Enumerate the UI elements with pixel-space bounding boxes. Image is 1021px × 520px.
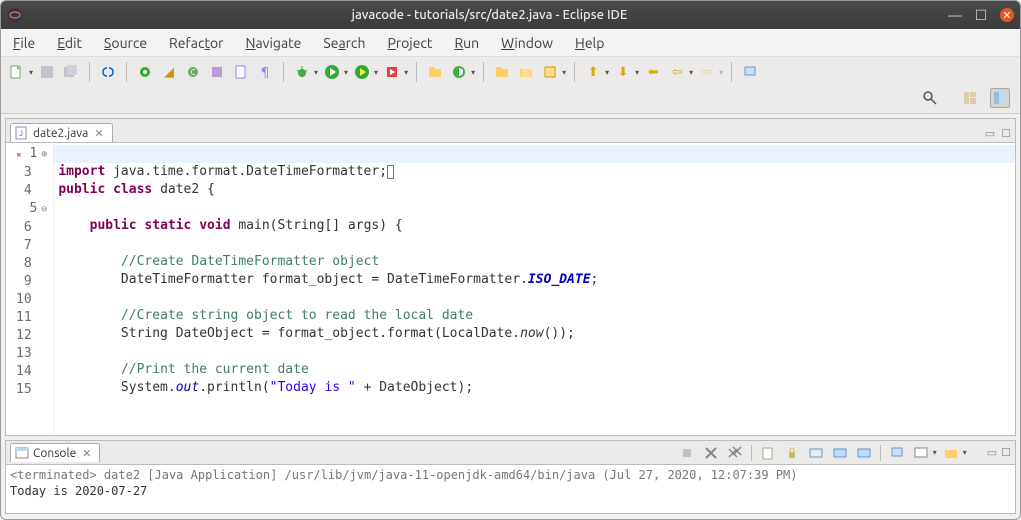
window-close-button[interactable]: ✕: [1000, 8, 1014, 22]
build-button[interactable]: ◢: [159, 62, 179, 82]
source-code-area[interactable]: import java.time.format.DateTimeFormatte…: [54, 143, 1015, 435]
menu-project[interactable]: Project: [381, 33, 438, 53]
window-minimize-button[interactable]: —: [948, 8, 962, 22]
pin-editor-button[interactable]: [740, 62, 760, 82]
menu-window[interactable]: Window: [495, 33, 559, 53]
toggle-para-button[interactable]: ¶: [255, 62, 275, 82]
console-tab-close-icon[interactable]: ✕: [82, 447, 91, 460]
window-title: javacode - tutorials/src/date2.java - Ec…: [31, 8, 948, 22]
console-show-standard-err-icon[interactable]: [854, 443, 874, 463]
debug-dropdown[interactable]: ▾: [314, 68, 318, 77]
new-dropdown[interactable]: ▾: [29, 68, 33, 77]
console-tab[interactable]: Console ✕: [10, 443, 100, 462]
editor-minimize-icon[interactable]: ▭: [985, 127, 995, 140]
java-file-icon: J: [15, 126, 29, 140]
search-icon[interactable]: [920, 88, 940, 108]
prev-ann-dropdown[interactable]: ▾: [605, 68, 609, 77]
console-minimize-icon[interactable]: ▭: [987, 446, 997, 459]
run-dropdown[interactable]: ▾: [344, 68, 348, 77]
editor-maximize-icon[interactable]: ☐: [1001, 127, 1011, 140]
console-scroll-lock-icon[interactable]: [782, 443, 802, 463]
console-pane: Console ✕ ▾ ▾ ▭ ☐: [5, 440, 1016, 514]
debug-button[interactable]: [292, 62, 312, 82]
console-open-icon[interactable]: [941, 443, 961, 463]
menu-help[interactable]: Help: [569, 33, 610, 53]
new-button[interactable]: [7, 62, 27, 82]
main-menubar: File Edit Source Refactor Navigate Searc…: [1, 29, 1020, 57]
menu-run[interactable]: Run: [448, 33, 485, 53]
coverage-button[interactable]: [352, 62, 372, 82]
menu-refactor[interactable]: Refactor: [163, 33, 229, 53]
new-package-button[interactable]: [207, 62, 227, 82]
window-maximize-button[interactable]: ☐: [974, 8, 988, 22]
console-open-dropdown[interactable]: ▾: [963, 448, 967, 457]
open-task-button[interactable]: [540, 62, 560, 82]
editor-pane: J date2.java ✕ ▭ ☐ ▪1⊕ 3 4 5⊖ 6 7 8 9: [5, 118, 1016, 436]
console-pin-icon[interactable]: [887, 443, 907, 463]
coverage-dropdown[interactable]: ▾: [374, 68, 378, 77]
save-all-button[interactable]: [61, 62, 81, 82]
menu-navigate[interactable]: Navigate: [239, 33, 307, 53]
menu-file[interactable]: File: [7, 33, 41, 53]
open-folder-button[interactable]: [516, 62, 536, 82]
last-edit-button[interactable]: ⬅: [643, 62, 663, 82]
console-display-icon[interactable]: [911, 443, 931, 463]
new-class-button[interactable]: [231, 62, 251, 82]
console-maximize-icon[interactable]: ☐: [1001, 446, 1011, 459]
run-button[interactable]: [322, 62, 342, 82]
forward-dropdown[interactable]: ▾: [719, 68, 723, 77]
main-toolbar: ▾ ◢ C ¶ ▾ ▾ ▾ ▾ ▾ ▾ ⬆▾ ⬇▾ ⬅ ⇦▾ ⇨▾: [1, 57, 1020, 114]
next-ann-dropdown[interactable]: ▾: [635, 68, 639, 77]
svg-text:J: J: [19, 129, 23, 138]
menu-edit[interactable]: Edit: [51, 33, 88, 53]
new-java-package-button[interactable]: [449, 62, 469, 82]
next-annotation-button[interactable]: ⬇: [613, 62, 633, 82]
window-titlebar: javacode - tutorials/src/date2.java - Ec…: [1, 1, 1020, 29]
console-word-wrap-icon[interactable]: [806, 443, 826, 463]
back-button[interactable]: ⇦: [667, 62, 687, 82]
prev-annotation-button[interactable]: ⬆: [583, 62, 603, 82]
debug-tool-button[interactable]: [135, 62, 155, 82]
console-remove-all-icon[interactable]: [725, 443, 745, 463]
svg-text:C: C: [191, 68, 196, 77]
menu-source[interactable]: Source: [98, 33, 153, 53]
forward-button[interactable]: ⇨: [697, 62, 717, 82]
java-perspective-button[interactable]: [990, 88, 1010, 108]
console-tab-label: Console: [33, 447, 76, 460]
console-output-line: Today is 2020-07-27: [10, 483, 1011, 499]
console-status-line: <terminated> date2 [Java Application] /u…: [10, 467, 1011, 483]
console-remove-icon[interactable]: [701, 443, 721, 463]
menu-search[interactable]: Search: [317, 33, 371, 53]
editor-tab-date2[interactable]: J date2.java ✕: [10, 123, 113, 142]
open-type-button[interactable]: C: [183, 62, 203, 82]
console-show-standard-out-icon[interactable]: [830, 443, 850, 463]
console-output[interactable]: <terminated> date2 [Java Application] /u…: [6, 465, 1015, 513]
line-number-gutter: ▪1⊕ 3 4 5⊖ 6 7 8 9 10 11 12 13 14 15: [6, 143, 54, 435]
link-editor-button[interactable]: [98, 62, 118, 82]
back-dropdown[interactable]: ▾: [689, 68, 693, 77]
ext-tools-button[interactable]: [382, 62, 402, 82]
eclipse-app-icon: [7, 7, 23, 23]
open-perspective-button[interactable]: [960, 88, 980, 108]
console-stop-icon[interactable]: [677, 443, 697, 463]
console-display-dropdown[interactable]: ▾: [933, 448, 937, 457]
console-icon: [15, 446, 29, 460]
new-package-dropdown[interactable]: ▾: [471, 68, 475, 77]
editor-tab-close-icon[interactable]: ✕: [94, 127, 103, 140]
ext-tools-dropdown[interactable]: ▾: [404, 68, 408, 77]
open-project-button[interactable]: [492, 62, 512, 82]
code-editor[interactable]: ▪1⊕ 3 4 5⊖ 6 7 8 9 10 11 12 13 14 15 imp…: [6, 143, 1015, 435]
save-button[interactable]: [37, 62, 57, 82]
open-task-dropdown[interactable]: ▾: [562, 68, 566, 77]
editor-tab-label: date2.java: [33, 127, 88, 140]
new-java-project-button[interactable]: [425, 62, 445, 82]
console-clear-icon[interactable]: [758, 443, 778, 463]
